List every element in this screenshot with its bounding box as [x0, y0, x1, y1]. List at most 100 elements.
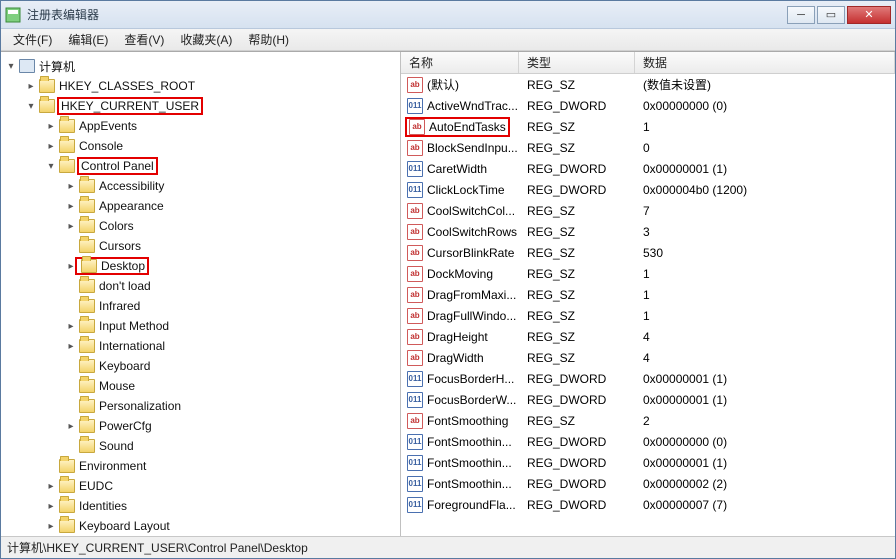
value-name: BlockSendInpu... [427, 141, 518, 155]
string-value-icon: ab [407, 413, 423, 429]
menu-edit[interactable]: 编辑(E) [60, 29, 116, 50]
value-row[interactable]: abDragFromMaxi...REG_SZ1 [401, 284, 895, 305]
menu-view[interactable]: 查看(V) [116, 29, 172, 50]
value-data: 1 [635, 288, 895, 302]
menu-help[interactable]: 帮助(H) [240, 29, 297, 50]
tree-pane[interactable]: ▾ 计算机 ▸ HKEY_CLASSES_ROOT ▾ HKEY_CURRENT… [1, 52, 401, 536]
tree-row[interactable]: ▸Appearance [1, 196, 400, 216]
folder-icon [59, 519, 75, 533]
tree-row-desktop[interactable]: ▸ Desktop [1, 256, 400, 276]
value-row[interactable]: abDragHeightREG_SZ4 [401, 326, 895, 347]
maximize-button[interactable]: ▭ [817, 6, 845, 24]
tree-row[interactable]: don't load [1, 276, 400, 296]
tree-row[interactable]: ▸Accessibility [1, 176, 400, 196]
tree-row[interactable]: Environment [1, 456, 400, 476]
value-data: 0x00000007 (7) [635, 498, 895, 512]
tree-row-hkcr[interactable]: ▸ HKEY_CLASSES_ROOT [1, 76, 400, 96]
folder-icon [81, 259, 97, 273]
value-row[interactable]: 011FontSmoothin...REG_DWORD0x00000000 (0… [401, 431, 895, 452]
value-type: REG_SZ [519, 78, 635, 92]
dword-value-icon: 011 [407, 392, 423, 408]
tree-row[interactable]: Infrared [1, 296, 400, 316]
chevron-right-icon[interactable]: ▸ [45, 141, 57, 152]
tree-row[interactable]: ▸Input Method [1, 316, 400, 336]
value-type: REG_DWORD [519, 435, 635, 449]
value-row[interactable]: ab(默认)REG_SZ(数值未设置) [401, 74, 895, 95]
value-name-cell: abAutoEndTasks [401, 117, 519, 137]
tree-label: Environment [79, 459, 146, 473]
values-pane: 名称 类型 数据 ab(默认)REG_SZ(数值未设置)011ActiveWnd… [401, 52, 895, 536]
value-row[interactable]: 011ActiveWndTrac...REG_DWORD0x00000000 (… [401, 95, 895, 116]
value-name: DragWidth [427, 351, 484, 365]
value-row[interactable]: abCursorBlinkRateREG_SZ530 [401, 242, 895, 263]
string-value-icon: ab [407, 140, 423, 156]
tree-row[interactable]: ▸ Console [1, 136, 400, 156]
tree-row[interactable]: ▸Keyboard Layout [1, 516, 400, 536]
chevron-down-icon[interactable]: ▾ [25, 101, 37, 112]
value-row[interactable]: abDockMovingREG_SZ1 [401, 263, 895, 284]
string-value-icon: ab [407, 287, 423, 303]
tree-row[interactable]: Cursors [1, 236, 400, 256]
value-row[interactable]: abFontSmoothingREG_SZ2 [401, 410, 895, 431]
value-data: 0 [635, 141, 895, 155]
value-row[interactable]: abCoolSwitchCol...REG_SZ7 [401, 200, 895, 221]
values-list[interactable]: ab(默认)REG_SZ(数值未设置)011ActiveWndTrac...RE… [401, 74, 895, 536]
value-row[interactable]: 011FontSmoothin...REG_DWORD0x00000002 (2… [401, 473, 895, 494]
tree-row[interactable]: ▸Colors [1, 216, 400, 236]
value-row[interactable]: abCoolSwitchRowsREG_SZ3 [401, 221, 895, 242]
chevron-right-icon[interactable]: ▸ [25, 81, 37, 92]
folder-icon [79, 399, 95, 413]
menu-file[interactable]: 文件(F) [5, 29, 60, 50]
tree-label: Console [79, 139, 123, 153]
tree-row[interactable]: Keyboard [1, 356, 400, 376]
value-data: 0x00000001 (1) [635, 372, 895, 386]
column-type[interactable]: 类型 [519, 52, 635, 73]
value-type: REG_DWORD [519, 162, 635, 176]
value-row[interactable]: abDragWidthREG_SZ4 [401, 347, 895, 368]
tree-row-computer[interactable]: ▾ 计算机 [1, 56, 400, 76]
value-row[interactable]: 011ForegroundFla...REG_DWORD0x00000007 (… [401, 494, 895, 515]
tree-row[interactable]: ▸PowerCfg [1, 416, 400, 436]
value-name-cell: 011ClickLockTime [401, 182, 519, 198]
tree-row[interactable]: ▸ AppEvents [1, 116, 400, 136]
value-name-cell: ab(默认) [401, 76, 519, 93]
value-data: 2 [635, 414, 895, 428]
column-name[interactable]: 名称 [401, 52, 519, 73]
chevron-down-icon[interactable]: ▾ [45, 161, 57, 172]
tree-row-controlpanel[interactable]: ▾ Control Panel [1, 156, 400, 176]
status-path: 计算机\HKEY_CURRENT_USER\Control Panel\Desk… [7, 539, 308, 556]
minimize-button[interactable]: ─ [787, 6, 815, 24]
dword-value-icon: 011 [407, 371, 423, 387]
tree-row[interactable]: Personalization [1, 396, 400, 416]
value-type: REG_SZ [519, 141, 635, 155]
folder-icon [79, 199, 95, 213]
tree-row[interactable]: Sound [1, 436, 400, 456]
value-name-cell: abDragHeight [401, 329, 519, 345]
value-row[interactable]: 011FocusBorderW...REG_DWORD0x00000001 (1… [401, 389, 895, 410]
value-name: CaretWidth [427, 162, 487, 176]
titlebar[interactable]: 注册表编辑器 ─ ▭ ✕ [1, 1, 895, 29]
value-name-cell: abCursorBlinkRate [401, 245, 519, 261]
menu-favorites[interactable]: 收藏夹(A) [172, 29, 240, 50]
folder-icon [59, 139, 75, 153]
close-button[interactable]: ✕ [847, 6, 891, 24]
value-row[interactable]: 011FontSmoothin...REG_DWORD0x00000001 (1… [401, 452, 895, 473]
tree-row-hkcu[interactable]: ▾ HKEY_CURRENT_USER [1, 96, 400, 116]
tree-row[interactable]: Mouse [1, 376, 400, 396]
chevron-right-icon[interactable]: ▸ [45, 121, 57, 132]
value-row[interactable]: abDragFullWindo...REG_SZ1 [401, 305, 895, 326]
dword-value-icon: 011 [407, 497, 423, 513]
value-name: AutoEndTasks [429, 120, 506, 134]
tree-row[interactable]: ▸Identities [1, 496, 400, 516]
value-row[interactable]: 011CaretWidthREG_DWORD0x00000001 (1) [401, 158, 895, 179]
chevron-down-icon[interactable]: ▾ [5, 61, 17, 72]
tree-row[interactable]: ▸International [1, 336, 400, 356]
value-name-cell: 011FocusBorderH... [401, 371, 519, 387]
value-row[interactable]: ab BlockSendInpu...REG_SZ0 [401, 137, 895, 158]
value-row[interactable]: 011FocusBorderH...REG_DWORD0x00000001 (1… [401, 368, 895, 389]
column-data[interactable]: 数据 [635, 52, 895, 73]
folder-icon [79, 419, 95, 433]
value-row[interactable]: abAutoEndTasksREG_SZ1 [401, 116, 895, 137]
value-row[interactable]: 011ClickLockTimeREG_DWORD0x000004b0 (120… [401, 179, 895, 200]
tree-row[interactable]: ▸EUDC [1, 476, 400, 496]
